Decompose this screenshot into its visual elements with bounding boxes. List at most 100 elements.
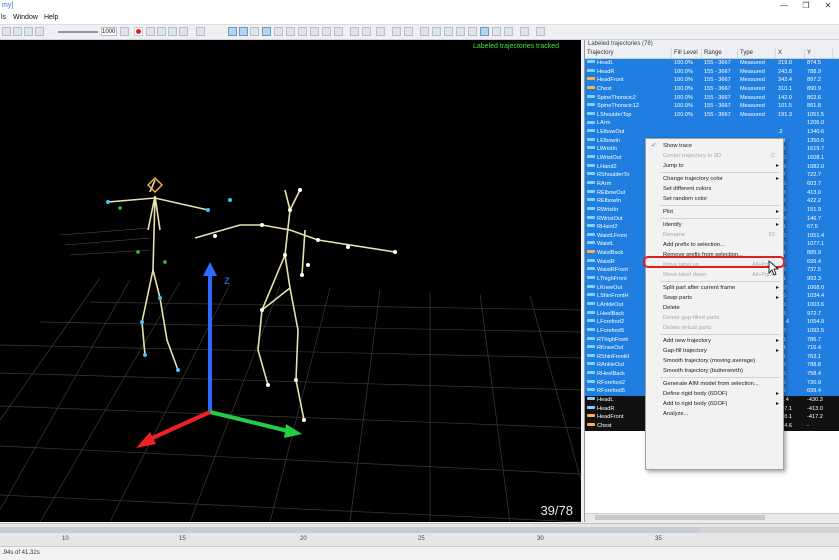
menu-item-gap-fill-trajectory[interactable]: Gap-fill trajectory ▸ (646, 346, 783, 356)
window-icon-6[interactable] (456, 27, 465, 36)
menu-item-show-trace[interactable]: Show trace ✓ (646, 141, 783, 151)
camera-icon[interactable] (262, 27, 271, 36)
column-header[interactable]: Type (738, 49, 776, 58)
force-icon[interactable] (239, 27, 248, 36)
table-row[interactable]: HeadL 100.0% 155 - 3667 Measured 219.0 874.5 (585, 59, 839, 68)
table-cell: 1034.4 (807, 293, 825, 300)
window-icon-4[interactable] (432, 27, 441, 36)
trajectory-color-icon (587, 267, 595, 271)
zoom-field[interactable]: 1000 (101, 27, 117, 36)
3d-viewport[interactable]: z Labeled trajectories tracked 39/78 (0, 40, 581, 522)
menu-item-set-different-colors[interactable]: Set different colors (646, 184, 783, 194)
timeline[interactable]: 10 15 20 25 30 35 (0, 523, 839, 546)
column-header[interactable]: Y (805, 49, 833, 58)
table-row[interactable]: SpineThoracic12 100.0% 155 - 3667 Measured 1… (585, 102, 839, 111)
menu-item-add-to-rigid-body-6dof[interactable]: Add to rigid body (6DOF) ▸ (646, 399, 783, 409)
layout-icon-2[interactable] (362, 27, 371, 36)
window-icon-2[interactable] (404, 27, 413, 36)
horizontal-scrollbar[interactable] (585, 513, 839, 522)
calibrate-icon[interactable] (274, 27, 283, 36)
table-cell: 1068.0 (807, 284, 825, 291)
table-row[interactable]: SpineThoracic2 100.0% 155 - 3667 Measured 14… (585, 93, 839, 103)
menu-item-smooth-trajectory-moving-average[interactable]: Smooth trajectory (moving average) (646, 356, 783, 366)
table-row[interactable]: HeadFront 100.0% 155 - 3667 Measured 342.4 89… (585, 76, 839, 85)
menu-item-label: Set random color (663, 196, 708, 202)
help-icon[interactable] (536, 27, 545, 36)
menu-item-jump-to[interactable]: Jump to ▸ (646, 161, 783, 171)
menu-item-add-prefix-to-selection[interactable]: Add prefix to selection... (646, 240, 783, 250)
column-header[interactable]: X (776, 49, 805, 58)
table-row[interactable]: Chest 100.0% 155 - 3667 Measured 310.1 890.9 (585, 84, 839, 94)
minimize-button[interactable]: — (773, 0, 795, 12)
menu-item-generate-aim-model-from-selection[interactable]: Generate AIM model from selection... (646, 379, 783, 389)
restore-button[interactable]: ❐ (795, 0, 817, 12)
table-cell: 155 - 3667 (704, 60, 731, 66)
menu-window[interactable]: Window (13, 14, 38, 21)
table-row[interactable]: LArm 1206.0 (585, 119, 839, 129)
window-icon-10[interactable] (504, 27, 513, 36)
trajectory-name: LArm (585, 119, 672, 128)
marker-icon[interactable] (157, 27, 166, 36)
table-cell: 1003.6 (807, 301, 825, 308)
record-icon[interactable] (134, 27, 143, 36)
table-row[interactable]: LShoulderTop 100.0% 155 - 3667 Measured 191.… (585, 110, 839, 120)
close-button[interactable]: ✕ (817, 0, 839, 12)
scrollbar-thumb[interactable] (595, 515, 765, 520)
menu-tools[interactable]: ls (1, 14, 6, 21)
window-icon-9[interactable] (492, 27, 501, 36)
window-icon-8[interactable] (480, 27, 489, 36)
settings-icon-3[interactable] (310, 27, 319, 36)
timeline-range[interactable] (0, 527, 700, 533)
menu-item-change-trajectory-color[interactable]: Change trajectory color ▸ (646, 174, 783, 184)
play-next-icon[interactable] (24, 27, 33, 36)
submenu-arrow-icon: ▸ (775, 391, 779, 397)
skeleton-icon[interactable] (179, 27, 188, 36)
layout-icon[interactable] (350, 27, 359, 36)
video-icon[interactable] (250, 27, 259, 36)
column-header[interactable]: Range (702, 49, 738, 58)
column-header[interactable]: Fill Level (672, 49, 702, 58)
table-cell: 897.2 (807, 77, 821, 84)
settings-icon-4[interactable] (322, 27, 331, 36)
menu-item-set-random-color[interactable]: Set random color (646, 194, 783, 204)
window-title: my] (2, 2, 14, 9)
menu-item-swap-parts[interactable]: Swap parts ▸ (646, 293, 783, 303)
table-cell: 1092.5 (807, 327, 825, 334)
settings-icon-2[interactable] (298, 27, 307, 36)
window-icon-5[interactable] (444, 27, 453, 36)
trajectory-icon[interactable] (168, 27, 177, 36)
window-icon-11[interactable] (520, 27, 529, 36)
select-icon[interactable] (146, 27, 155, 36)
trajectory-label: LHeelBack (597, 310, 625, 317)
menu-help[interactable]: Help (44, 14, 58, 21)
trajectory-color-icon (587, 77, 595, 81)
column-header[interactable]: Trajectory (585, 49, 672, 58)
layout-icon-3[interactable] (376, 27, 385, 36)
table-row[interactable]: LElbowOut .2 1340.6 (585, 128, 839, 137)
trajectory-label: RWristOut (597, 215, 623, 222)
trajectory-name: HeadL (585, 59, 672, 68)
menu-item-define-rigid-body-6dof[interactable]: Define rigid body (6DOF) ▸ (646, 389, 783, 399)
menu-item-smooth-trajectory-butterworth[interactable]: Smooth trajectory (butterworth) (646, 366, 783, 376)
play-prev-icon[interactable] (13, 27, 22, 36)
table-cell: 151.9 (807, 206, 821, 213)
settings-icon[interactable] (286, 27, 295, 36)
zoom-icon[interactable] (120, 27, 129, 36)
menu-item-analyze[interactable]: Analyze... (646, 409, 783, 419)
menu-item-add-new-trajectory[interactable]: Add new trajectory ▸ (646, 336, 783, 346)
play-last-icon[interactable] (35, 27, 44, 36)
window-icon[interactable] (392, 27, 401, 36)
window-icon-7[interactable] (468, 27, 477, 36)
menu-item-identify[interactable]: Identify ▸ (646, 220, 783, 230)
view-3d-icon[interactable] (228, 27, 237, 36)
window-icon-3[interactable] (420, 27, 429, 36)
play-first-icon[interactable] (2, 27, 11, 36)
view-2d-icon[interactable] (196, 27, 205, 36)
table-row[interactable]: HeadR 100.0% 155 - 3667 Measured 243.8 788.9 (585, 67, 839, 77)
menu-item-split-part-after-current-frame[interactable]: Split part after current frame ▸ (646, 283, 783, 293)
playback-slider[interactable] (58, 31, 98, 33)
menu-item-delete[interactable]: Delete (646, 303, 783, 313)
menu-separator (660, 205, 780, 206)
menu-item-plot[interactable]: Plot ▸ (646, 207, 783, 217)
settings-icon-5[interactable] (334, 27, 343, 36)
